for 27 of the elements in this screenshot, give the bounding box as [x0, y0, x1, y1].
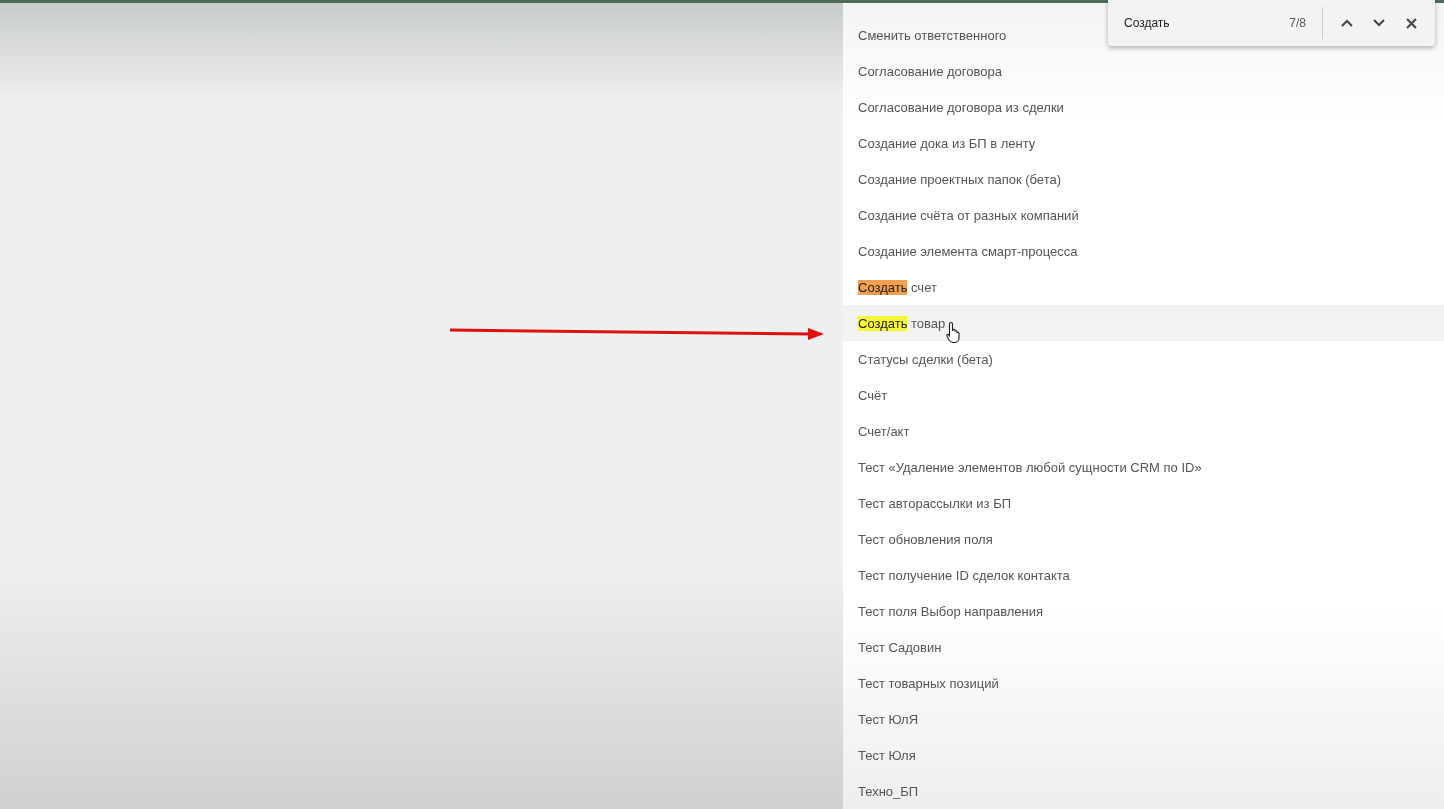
chevron-up-icon: [1341, 19, 1353, 27]
list-item[interactable]: Техно_БП: [843, 773, 1444, 809]
list-item[interactable]: Тест Юля: [843, 737, 1444, 773]
list-item[interactable]: Тест ЮлЯ: [843, 701, 1444, 737]
list-item[interactable]: Тест Садовин: [843, 629, 1444, 665]
list-item[interactable]: Тест поля Выбор направления: [843, 593, 1444, 629]
list-item[interactable]: Тест получение ID сделок контакта: [843, 557, 1444, 593]
list-item[interactable]: Тест «Удаление элементов любой сущности CRM по ID»: [843, 449, 1444, 485]
list-item[interactable]: Тест товарных позиций: [843, 665, 1444, 701]
list-item[interactable]: Создание счёта от разных компаний: [843, 197, 1444, 233]
hand-cursor-icon: [946, 321, 963, 343]
list-item[interactable]: Создание элемента смарт-процесса: [843, 233, 1444, 269]
chevron-down-icon: [1373, 19, 1385, 27]
close-icon: [1405, 17, 1417, 29]
list-item[interactable]: Согласование договора: [843, 53, 1444, 89]
find-field[interactable]: Создать: [1124, 16, 1290, 30]
list-item[interactable]: Статусы сделки (бета): [843, 341, 1444, 377]
list-item[interactable]: Создать счет: [843, 269, 1444, 305]
list-item[interactable]: Счёт: [843, 377, 1444, 413]
match-count: 7/8: [1289, 16, 1306, 30]
list-item[interactable]: Создать товар: [843, 305, 1444, 341]
list-item[interactable]: Согласование договора из сделки: [843, 89, 1444, 125]
list-item[interactable]: Создание проектных папок (бета): [843, 161, 1444, 197]
list-item[interactable]: Счет/акт: [843, 413, 1444, 449]
list-item[interactable]: Тест авторассылки из БП: [843, 485, 1444, 521]
list-item[interactable]: Тест обновления поля: [843, 521, 1444, 557]
list-item[interactable]: Создание дока из БП в ленту: [843, 125, 1444, 161]
